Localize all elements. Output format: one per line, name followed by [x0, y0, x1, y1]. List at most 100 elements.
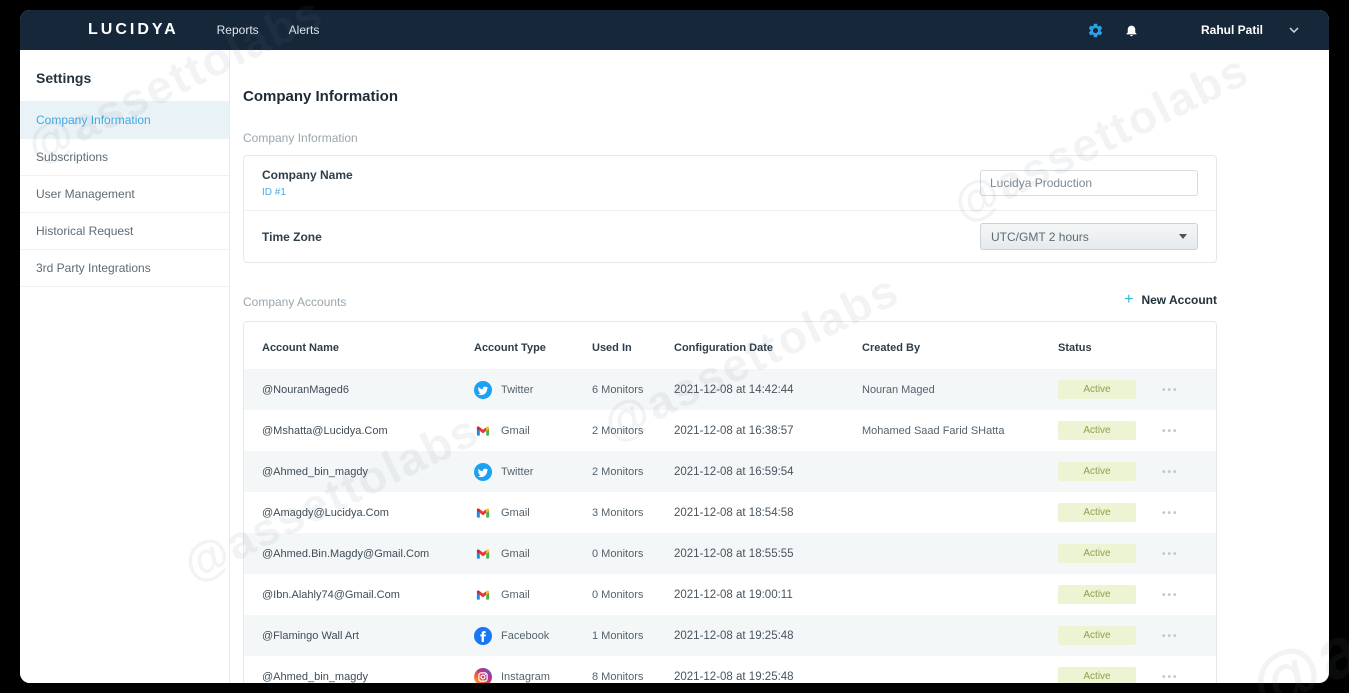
- status-badge: Active: [1058, 421, 1136, 440]
- nav-item-reports[interactable]: Reports: [217, 23, 259, 37]
- sidebar-item-label: Company Information: [36, 113, 151, 127]
- window-frame: LUCIDYA Reports Alerts Rahul Patil: [0, 0, 1349, 693]
- column-header-used-in: Used In: [584, 326, 666, 369]
- used-in-cell: 6 Monitors: [584, 369, 666, 410]
- sidebar-item-3rd-party-integrations[interactable]: 3rd Party Integrations: [20, 250, 229, 287]
- row-menu-cell: •••: [1154, 533, 1216, 574]
- settings-gear-icon[interactable]: [1087, 22, 1104, 39]
- table-row: @Mshatta@Lucidya.Com Gmail 2 Monitors 20…: [244, 410, 1216, 451]
- status-badge: Active: [1058, 667, 1136, 683]
- configuration-date-cell: 2021-12-08 at 18:55:55: [666, 533, 854, 574]
- column-header-account-name: Account Name: [244, 326, 466, 369]
- table-row: @NouranMaged6 Twitter 6 Monitors 2021-12…: [244, 369, 1216, 410]
- column-header-menu: [1154, 326, 1216, 369]
- company-info-card: Company Name ID #1 Time Zone UTC/GMT 2 h…: [243, 155, 1217, 263]
- main-content: Company Information Company Information …: [230, 50, 1329, 683]
- account-name-cell: @Ibn.Alahly74@Gmail.Com: [244, 574, 466, 615]
- table-row: @Flamingo Wall Art Facebook 1 Monitors 2…: [244, 615, 1216, 656]
- row-menu-cell: •••: [1154, 492, 1216, 533]
- status-cell: Active: [1050, 369, 1154, 410]
- account-type-label: Twitter: [501, 466, 533, 478]
- settings-sidebar: Settings Company Information Subscriptio…: [20, 50, 230, 683]
- configuration-date-cell: 2021-12-08 at 19:25:48: [666, 615, 854, 656]
- account-type-label: Twitter: [501, 384, 533, 396]
- created-by-cell: [854, 615, 1050, 656]
- user-menu[interactable]: Rahul Patil: [1201, 23, 1299, 37]
- row-menu-button[interactable]: •••: [1162, 385, 1179, 396]
- account-type-label: Gmail: [501, 425, 530, 437]
- company-accounts-header: Company Accounts + New Account: [243, 291, 1217, 309]
- company-info-section-label: Company Information: [243, 131, 1217, 145]
- column-header-account-type: Account Type: [466, 326, 584, 369]
- account-name-cell: @Mshatta@Lucidya.Com: [244, 410, 466, 451]
- gmail-icon: [474, 424, 492, 438]
- row-menu-button[interactable]: •••: [1162, 631, 1179, 642]
- configuration-date-cell: 2021-12-08 at 14:42:44: [666, 369, 854, 410]
- row-menu-cell: •••: [1154, 615, 1216, 656]
- account-name-cell: @Ahmed.Bin.Magdy@Gmail.Com: [244, 533, 466, 574]
- row-menu-button[interactable]: •••: [1162, 549, 1179, 560]
- used-in-cell: 1 Monitors: [584, 615, 666, 656]
- nav-item-alerts[interactable]: Alerts: [289, 23, 320, 37]
- status-badge: Active: [1058, 462, 1136, 481]
- status-badge: Active: [1058, 380, 1136, 399]
- account-type-cell: Gmail: [466, 574, 584, 615]
- used-in-cell: 0 Monitors: [584, 574, 666, 615]
- time-zone-value: UTC/GMT 2 hours: [991, 230, 1089, 244]
- instagram-icon: [474, 668, 492, 684]
- plus-icon: +: [1124, 291, 1133, 309]
- configuration-date-cell: 2021-12-08 at 19:25:48: [666, 656, 854, 683]
- select-caret-icon: [1179, 234, 1187, 239]
- configuration-date-cell: 2021-12-08 at 19:00:11: [666, 574, 854, 615]
- account-type-label: Gmail: [501, 589, 530, 601]
- account-name-cell: @Ahmed_bin_magdy: [244, 656, 466, 683]
- accounts-table: Account NameAccount TypeUsed InConfigura…: [244, 326, 1216, 683]
- company-accounts-section-label: Company Accounts: [243, 295, 346, 309]
- company-name-input[interactable]: [980, 170, 1198, 196]
- account-type-label: Instagram: [501, 671, 550, 683]
- used-in-cell: 3 Monitors: [584, 492, 666, 533]
- account-type-cell: Twitter: [466, 451, 584, 492]
- configuration-date-cell: 2021-12-08 at 16:59:54: [666, 451, 854, 492]
- account-type-cell: Instagram: [466, 656, 584, 683]
- status-badge: Active: [1058, 626, 1136, 645]
- status-cell: Active: [1050, 615, 1154, 656]
- used-in-cell: 2 Monitors: [584, 451, 666, 492]
- sidebar-item-historical-request[interactable]: Historical Request: [20, 213, 229, 250]
- sidebar-list: Company Information Subscriptions User M…: [20, 102, 229, 287]
- account-type-cell: Gmail: [466, 533, 584, 574]
- twitter-icon: [474, 381, 492, 399]
- table-row: @Ahmed_bin_magdy Twitter 2 Monitors 2021…: [244, 451, 1216, 492]
- account-type-cell: Facebook: [466, 615, 584, 656]
- twitter-icon: [474, 463, 492, 481]
- status-badge: Active: [1058, 585, 1136, 604]
- gmail-icon: [474, 588, 492, 602]
- time-zone-select[interactable]: UTC/GMT 2 hours: [980, 223, 1198, 250]
- status-cell: Active: [1050, 451, 1154, 492]
- sidebar-item-company-information[interactable]: Company Information: [20, 102, 229, 139]
- account-type-cell: Twitter: [466, 369, 584, 410]
- status-cell: Active: [1050, 533, 1154, 574]
- new-account-button[interactable]: + New Account: [1124, 291, 1217, 309]
- row-menu-button[interactable]: •••: [1162, 590, 1179, 601]
- row-menu-button[interactable]: •••: [1162, 508, 1179, 519]
- logo[interactable]: LUCIDYA: [88, 21, 179, 39]
- page-title: Company Information: [243, 88, 1217, 105]
- configuration-date-cell: 2021-12-08 at 18:54:58: [666, 492, 854, 533]
- row-menu-button[interactable]: •••: [1162, 467, 1179, 478]
- sidebar-item-label: 3rd Party Integrations: [36, 261, 151, 275]
- column-header-status: Status: [1050, 326, 1154, 369]
- row-menu-button[interactable]: •••: [1162, 672, 1179, 683]
- created-by-cell: [854, 574, 1050, 615]
- row-menu-cell: •••: [1154, 574, 1216, 615]
- status-cell: Active: [1050, 656, 1154, 683]
- gmail-icon: [474, 547, 492, 561]
- sidebar-item-subscriptions[interactable]: Subscriptions: [20, 139, 229, 176]
- sidebar-item-label: Historical Request: [36, 224, 133, 238]
- row-menu-button[interactable]: •••: [1162, 426, 1179, 437]
- notifications-bell-icon[interactable]: [1124, 22, 1139, 38]
- status-cell: Active: [1050, 574, 1154, 615]
- company-name-row: Company Name ID #1: [244, 156, 1216, 210]
- sidebar-item-user-management[interactable]: User Management: [20, 176, 229, 213]
- created-by-cell: [854, 656, 1050, 683]
